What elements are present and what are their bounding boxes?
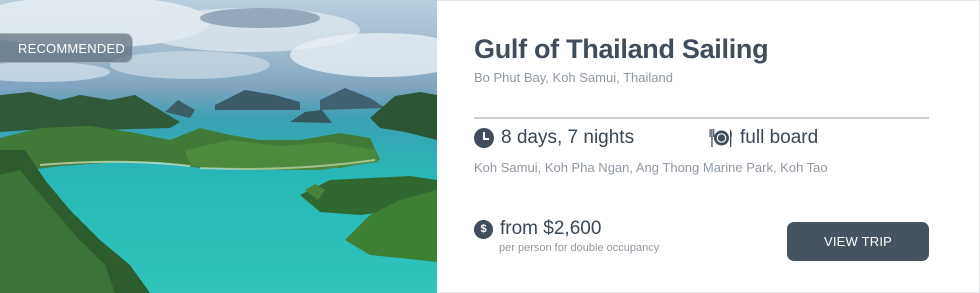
trip-location: Bo Phut Bay, Koh Samui, Thailand (474, 70, 673, 85)
trip-photo[interactable]: RECOMMENDED (0, 0, 437, 293)
trip-details: Gulf of Thailand Sailing Bo Phut Bay, Ko… (437, 0, 980, 293)
meal-plan-text: full board (740, 127, 819, 148)
price-row: $ from $2,600 (474, 218, 601, 240)
recommended-badge-label: RECOMMENDED (18, 40, 125, 56)
duration-text: 8 days, 7 nights (501, 127, 635, 148)
meal-plan-fact: full board (709, 125, 818, 151)
plate-cutlery-icon (709, 129, 732, 147)
divider (474, 117, 929, 119)
clock-icon (474, 128, 494, 148)
trip-ports: Koh Samui, Koh Pha Ngan, Ang Thong Marin… (474, 160, 828, 175)
price-text: from $2,600 (500, 218, 602, 239)
trip-facts: 8 days, 7 nights full board (474, 125, 929, 151)
duration-fact: 8 days, 7 nights (474, 125, 634, 151)
price-note: per person for double occupancy (499, 242, 660, 254)
trip-card: RECOMMENDED Gulf of Thailand Sailing Bo … (0, 0, 980, 293)
dollar-icon: $ (474, 219, 493, 239)
view-trip-button[interactable]: VIEW TRIP (787, 222, 929, 261)
recommended-badge: RECOMMENDED (0, 33, 133, 63)
trip-title[interactable]: Gulf of Thailand Sailing (474, 33, 979, 65)
